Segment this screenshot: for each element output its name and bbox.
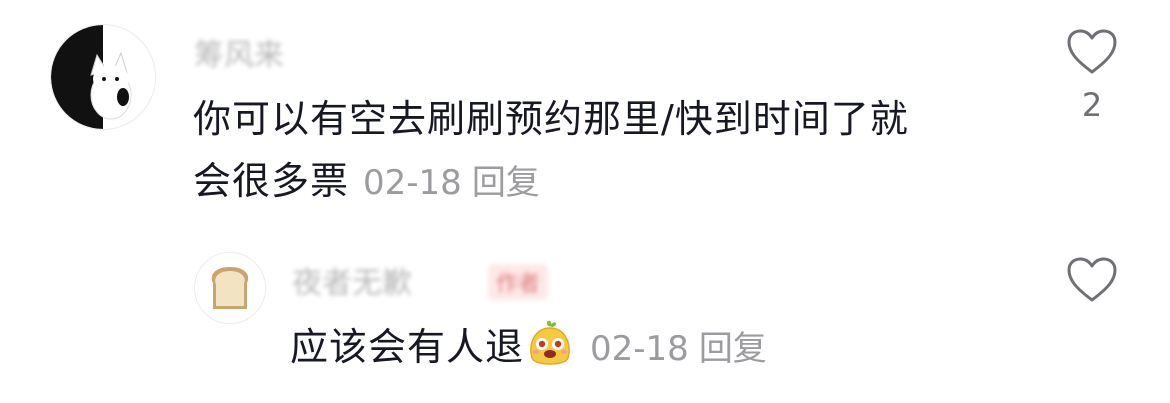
cat-avatar-icon: [51, 25, 155, 129]
comment-meta: 02-18 回复: [590, 329, 767, 369]
reply-button[interactable]: 回复: [472, 163, 540, 203]
comment-date: 02-18: [590, 329, 689, 369]
user-avatar[interactable]: [50, 24, 156, 130]
comment-meta: 02-18 回复: [363, 163, 540, 203]
comment-text-line: 会很多票: [193, 159, 350, 203]
username[interactable]: 夜者无歉: [292, 258, 412, 302]
author-badge: 作者: [488, 264, 549, 300]
like-button[interactable]: 2: [1062, 28, 1122, 124]
reply-button[interactable]: 回复: [699, 329, 767, 369]
comment-text: 你可以有空去刷刷预约那里/快到时间了就 会很多票 02-18 回复: [193, 88, 1013, 214]
smiling-mascot-emoji-icon: [530, 320, 570, 365]
comment-text: 应该会有人退 02-18 回复: [290, 316, 1050, 380]
heart-outline-icon: [1067, 257, 1117, 302]
heart-outline-icon: [1067, 29, 1117, 74]
comment-text-line: 你可以有空去刷刷预约那里/快到时间了就: [193, 97, 909, 141]
like-count: 2: [1081, 86, 1103, 124]
like-button[interactable]: [1062, 256, 1122, 304]
username[interactable]: 筹风来: [194, 30, 284, 74]
comment-date: 02-18: [363, 163, 462, 203]
toast-bread-icon: [195, 253, 265, 323]
user-avatar[interactable]: [194, 252, 266, 324]
comment-text-line: 应该会有人退: [290, 325, 525, 369]
